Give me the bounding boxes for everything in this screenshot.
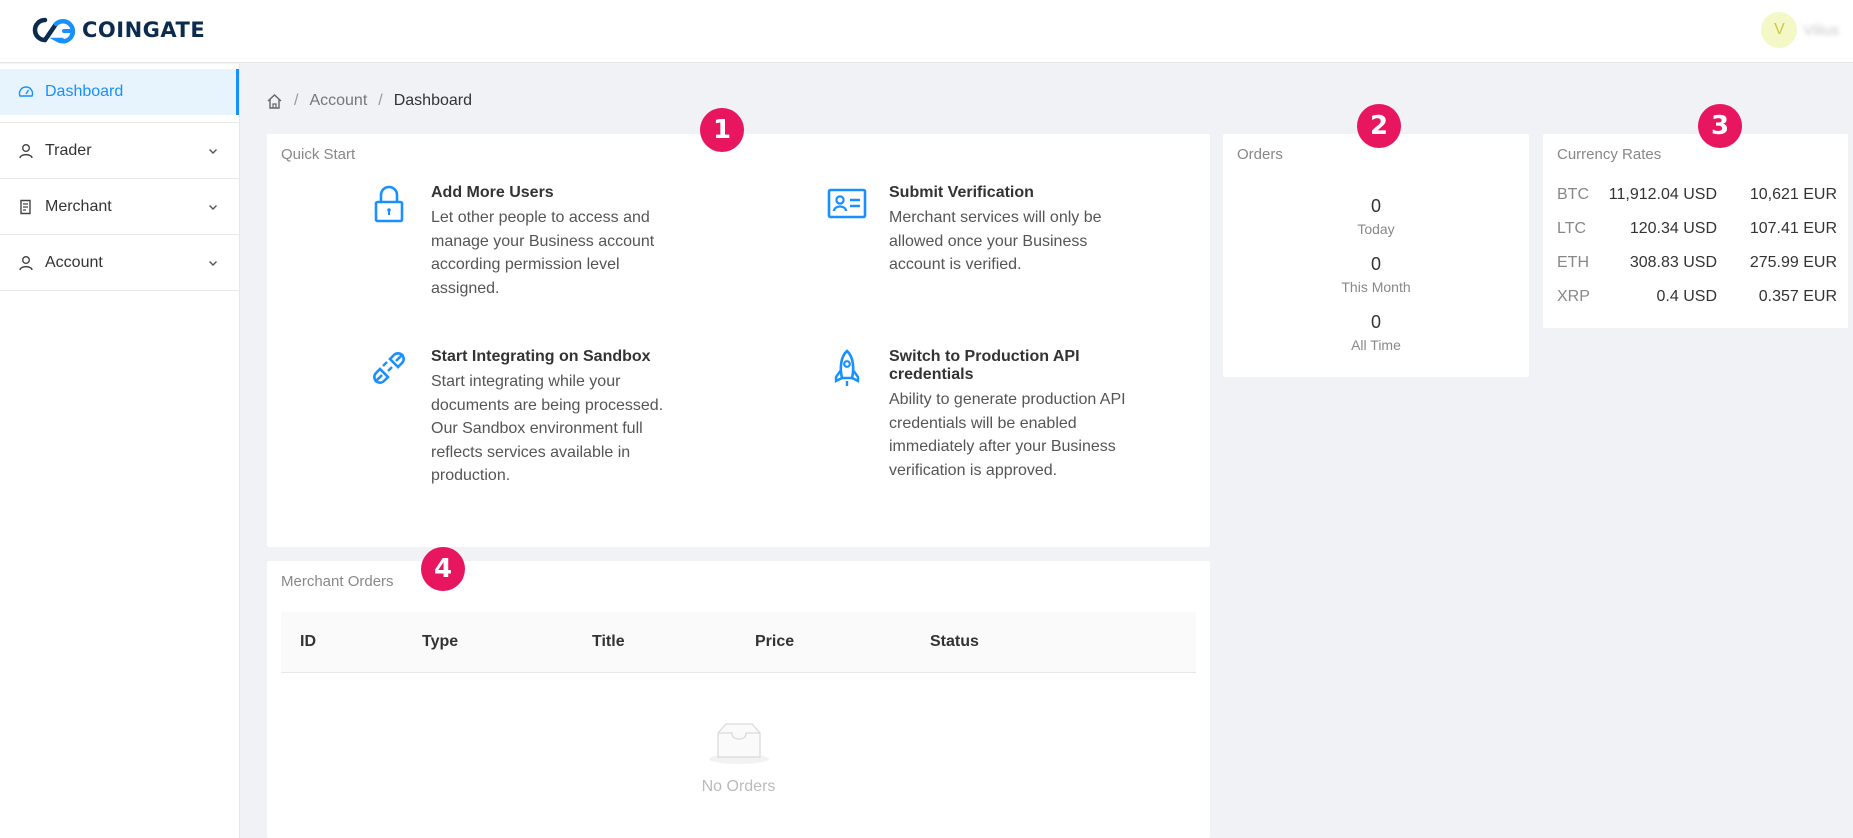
column-header-type[interactable]: Type: [422, 633, 458, 651]
merchant-orders-table: ID Type Title Price Status: [281, 612, 1196, 673]
rate-symbol: XRP: [1557, 288, 1590, 305]
quick-start-item-text: Start integrating while your documents a…: [431, 373, 664, 484]
sidebar-divider: [0, 115, 239, 123]
coingate-logo[interactable]: COINGATE: [28, 16, 205, 44]
column-header-title[interactable]: Title: [592, 633, 625, 651]
rate-usd: 120.34 USD: [1629, 220, 1717, 237]
stat-value: 0: [1370, 196, 1381, 216]
receipt-icon: [18, 199, 34, 215]
rate-symbol: ETH: [1557, 254, 1589, 271]
avatar[interactable]: V: [1761, 12, 1798, 48]
sidebar-item-label: Account: [45, 253, 103, 271]
quick-start-item[interactable]: Switch to Production API credentials Abi…: [834, 348, 1129, 482]
stat-value: 0: [1370, 254, 1381, 274]
quick-start-item[interactable]: Submit Verification Merchant services wi…: [827, 184, 1129, 277]
stat-label: This Month: [1341, 279, 1411, 295]
chevron-down-icon: [209, 260, 217, 266]
sidebar-item-label: Dashboard: [45, 83, 124, 100]
rate-usd: 11,912.04 USD: [1608, 186, 1717, 203]
empty-state-text: No Orders: [701, 778, 776, 795]
rate-symbol: BTC: [1557, 186, 1589, 203]
orders-stat-today: 0 Today: [1223, 196, 1529, 237]
user-icon: [18, 143, 34, 159]
rate-row: BTC 11,912.04 USD 10,621 EUR: [1557, 186, 1837, 206]
quick-start-item-text: Ability to generate production API crede…: [889, 391, 1126, 479]
quick-start-item-text: Merchant services will only be allowed o…: [889, 209, 1102, 273]
breadcrumb-separator: /: [294, 92, 299, 109]
rate-symbol: LTC: [1557, 220, 1587, 237]
rate-usd: 0.4 USD: [1656, 288, 1717, 305]
rate-row: ETH 308.83 USD 275.99 EUR: [1557, 254, 1837, 274]
orders-card: Orders 0 Today 0 This Month 0 All Time: [1223, 134, 1529, 377]
card-title: Quick Start: [281, 146, 356, 163]
stat-label: All Time: [1351, 337, 1401, 353]
sidebar: Dashboard Trader Merchant Account: [0, 64, 240, 838]
sidebar-item-label: Trader: [45, 141, 92, 159]
quick-start-item-title: Submit Verification: [889, 184, 1034, 201]
rate-usd: 308.83 USD: [1629, 254, 1717, 271]
sidebar-item-trader[interactable]: Trader: [0, 123, 239, 179]
quick-start-item[interactable]: Start Integrating on Sandbox Start integ…: [373, 348, 671, 488]
rate-eur: 0.357 EUR: [1758, 288, 1837, 305]
rate-eur: 275.99 EUR: [1749, 254, 1837, 271]
annotation-badge-2: 2: [1357, 104, 1401, 148]
sidebar-item-label: Merchant: [45, 197, 112, 215]
empty-state: No Orders: [267, 721, 1210, 796]
quick-start-card: Quick Start Add More Users Let other peo…: [267, 134, 1210, 547]
breadcrumb-separator: /: [378, 92, 383, 109]
currency-rates-card: Currency Rates BTC 11,912.04 USD 10,621 …: [1543, 134, 1848, 328]
annotation-badge-4: 4: [421, 547, 465, 591]
logo-text: COINGATE: [82, 18, 206, 42]
rate-row: LTC 120.34 USD 107.41 EUR: [1557, 220, 1837, 240]
chevron-down-icon: [209, 204, 217, 210]
quick-start-item-title: Add More Users: [431, 184, 554, 201]
sidebar-item-account[interactable]: Account: [0, 235, 239, 291]
stat-value: 0: [1370, 312, 1381, 332]
orders-stat-month: 0 This Month: [1223, 254, 1529, 295]
id-card-icon: [827, 188, 867, 219]
annotation-badge-1: 1: [700, 108, 744, 152]
user-icon: [18, 255, 34, 271]
column-header-price[interactable]: Price: [755, 633, 794, 651]
dashboard-icon: [18, 84, 34, 100]
orders-stat-all-time: 0 All Time: [1223, 312, 1529, 353]
sidebar-item-merchant[interactable]: Merchant: [0, 179, 239, 235]
chevron-down-icon: [209, 148, 217, 154]
breadcrumb-account[interactable]: Account: [309, 92, 367, 110]
column-header-status[interactable]: Status: [930, 633, 979, 651]
rate-row: XRP 0.4 USD 0.357 EUR: [1557, 288, 1837, 308]
card-title: Merchant Orders: [281, 573, 394, 590]
username[interactable]: Vilius: [1803, 22, 1839, 39]
rocket-icon: [834, 349, 860, 386]
quick-start-item[interactable]: Add More Users Let other people to acces…: [374, 184, 671, 300]
breadcrumb: / Account / Dashboard: [266, 92, 472, 110]
empty-inbox-icon: [708, 723, 769, 764]
plug-icon: [373, 352, 405, 384]
card-title: Orders: [1237, 146, 1283, 163]
table-header: ID Type Title Price Status: [281, 612, 1196, 673]
coingate-logo-icon: [32, 17, 76, 44]
sidebar-item-dashboard[interactable]: Dashboard: [0, 69, 239, 115]
quick-start-item-title: Start Integrating on Sandbox: [431, 348, 651, 365]
quick-start-item-title: Switch to Production API credentials: [889, 348, 1080, 383]
rate-eur: 10,621 EUR: [1749, 186, 1837, 203]
user-menu[interactable]: V Vilius: [1761, 12, 1839, 48]
stat-label: Today: [1357, 221, 1395, 237]
merchant-orders-card: Merchant Orders ID Type Title Price Stat…: [267, 561, 1210, 838]
column-header-id[interactable]: ID: [300, 633, 316, 651]
breadcrumb-current: Dashboard: [393, 92, 472, 109]
annotation-badge-3: 3: [1698, 104, 1742, 148]
home-icon[interactable]: [266, 93, 283, 110]
quick-start-item-text: Let other people to access and manage yo…: [431, 209, 655, 297]
top-header: COINGATE V Vilius: [0, 0, 1853, 63]
lock-icon: [374, 185, 404, 223]
card-title: Currency Rates: [1557, 146, 1662, 163]
rate-eur: 107.41 EUR: [1749, 220, 1837, 237]
